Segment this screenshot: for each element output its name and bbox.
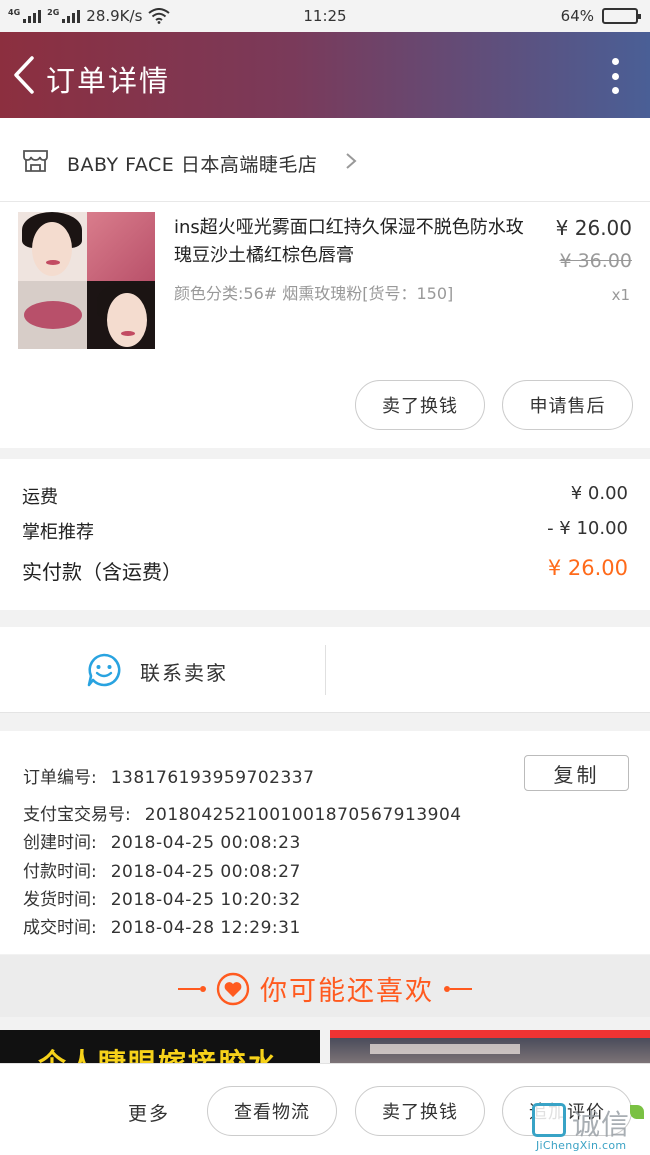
- discount-label: 掌柜推荐: [22, 522, 94, 543]
- chat-smile-icon: [87, 653, 121, 687]
- product-quantity: x1: [611, 286, 630, 304]
- status-bar: 4G 2G 28.9K/s 11:25 64%: [0, 0, 650, 32]
- info-value: 2018-04-25 10:20:32: [110, 890, 301, 910]
- info-key: 发货时间:: [23, 890, 97, 910]
- store-icon: [23, 150, 48, 172]
- watermark-box: [532, 1103, 566, 1137]
- app-header: 订单详情: [0, 32, 650, 118]
- total-label: 实付款（含运费）: [22, 560, 182, 584]
- paid-time-row: 付款时间: 2018-04-25 00:08:27: [23, 857, 301, 882]
- heart-icon: [216, 972, 250, 1005]
- info-value: 138176193959702337: [110, 768, 315, 788]
- battery-percent: 64%: [560, 7, 594, 25]
- shipped-time-row: 发货时间: 2018-04-25 10:20:32: [23, 885, 301, 910]
- clock: 11:25: [303, 7, 347, 25]
- info-key: 付款时间:: [23, 862, 97, 882]
- product-price: ¥ 26.00: [555, 216, 632, 240]
- watermark-logo: 诚信 JiChengXin.com: [530, 1103, 646, 1153]
- info-key: 支付宝交易号:: [23, 805, 131, 825]
- alipay-number-row: 支付宝交易号: 2018042521001001870567913904: [23, 800, 462, 825]
- resell-button[interactable]: 卖了换钱: [355, 380, 485, 430]
- fee-summary: 运费 ¥ 0.00 掌柜推荐 - ¥ 10.00 实付款（含运费） ¥ 26.0…: [0, 459, 650, 610]
- view-logistics-button[interactable]: 查看物流: [207, 1086, 337, 1136]
- shop-row[interactable]: BABY FACE 日本高端睫毛店: [0, 118, 650, 202]
- shop-name: BABY FACE 日本高端睫毛店: [67, 154, 318, 176]
- battery-icon: [602, 8, 641, 24]
- recommend-title: 你可能还喜欢: [260, 976, 434, 1007]
- page-title: 订单详情: [46, 64, 171, 98]
- more-button[interactable]: 更多: [128, 1099, 170, 1126]
- total-row: 实付款（含运费） ¥ 26.00: [0, 556, 650, 586]
- info-value: 2018-04-28 12:29:31: [110, 918, 301, 938]
- info-key: 成交时间:: [23, 918, 97, 938]
- decor-line-left: [178, 985, 206, 992]
- discount-value: - ¥ 10.00: [547, 518, 628, 539]
- created-time-row: 创建时间: 2018-04-25 00:08:23: [23, 828, 301, 853]
- after-sale-button[interactable]: 申请售后: [502, 380, 633, 430]
- info-value: 2018042521001001870567913904: [144, 805, 462, 825]
- info-value: 2018-04-25 00:08:27: [110, 862, 301, 882]
- order-item-card: BABY FACE 日本高端睫毛店 ins超火哑光雾面口红持久保湿不脱色防水玫瑰…: [0, 118, 650, 448]
- order-number-row: 订单编号: 138176193959702337: [23, 763, 314, 788]
- discount-row: 掌柜推荐 - ¥ 10.00: [0, 518, 650, 548]
- contact-section: 联系卖家: [0, 627, 650, 713]
- shipping-row: 运费 ¥ 0.00: [0, 483, 650, 513]
- order-info: 订单编号: 138176193959702337 复制 支付宝交易号: 201804…: [0, 731, 650, 954]
- watermark-site: JiChengXin.com: [536, 1139, 627, 1152]
- product-image[interactable]: [18, 212, 155, 349]
- chevron-left-icon[interactable]: [8, 54, 44, 96]
- copy-button[interactable]: 复制: [524, 755, 629, 791]
- shipping-value: ¥ 0.00: [570, 483, 628, 504]
- info-value: 2018-04-25 00:08:23: [110, 833, 301, 853]
- info-key: 订单编号:: [23, 768, 97, 788]
- total-value: ¥ 26.00: [547, 556, 628, 580]
- info-key: 创建时间:: [23, 833, 97, 853]
- recommend-header: 你可能还喜欢: [0, 955, 650, 1017]
- more-vertical-icon[interactable]: [610, 58, 620, 94]
- watermark-text: 诚信: [572, 1108, 631, 1141]
- leaf-icon: [630, 1105, 644, 1119]
- chevron-right-icon: [346, 153, 357, 169]
- decor-line-right: [444, 985, 472, 992]
- divider: [325, 645, 326, 695]
- contact-seller-label: 联系卖家: [140, 661, 228, 685]
- resell-button-bottom[interactable]: 卖了换钱: [355, 1086, 485, 1136]
- status-right: 64%: [560, 7, 641, 25]
- product-original-price: ¥ 36.00: [559, 250, 632, 272]
- contact-seller-button[interactable]: 联系卖家: [0, 627, 325, 713]
- product-title[interactable]: ins超火哑光雾面口红持久保湿不脱色防水玫瑰豆沙土橘红棕色唇膏: [174, 214, 534, 270]
- shipping-label: 运费: [22, 487, 58, 508]
- deal-time-row: 成交时间: 2018-04-28 12:29:31: [23, 913, 301, 938]
- product-sku: 颜色分类:56# 烟熏玫瑰粉[货号：150]: [174, 284, 454, 303]
